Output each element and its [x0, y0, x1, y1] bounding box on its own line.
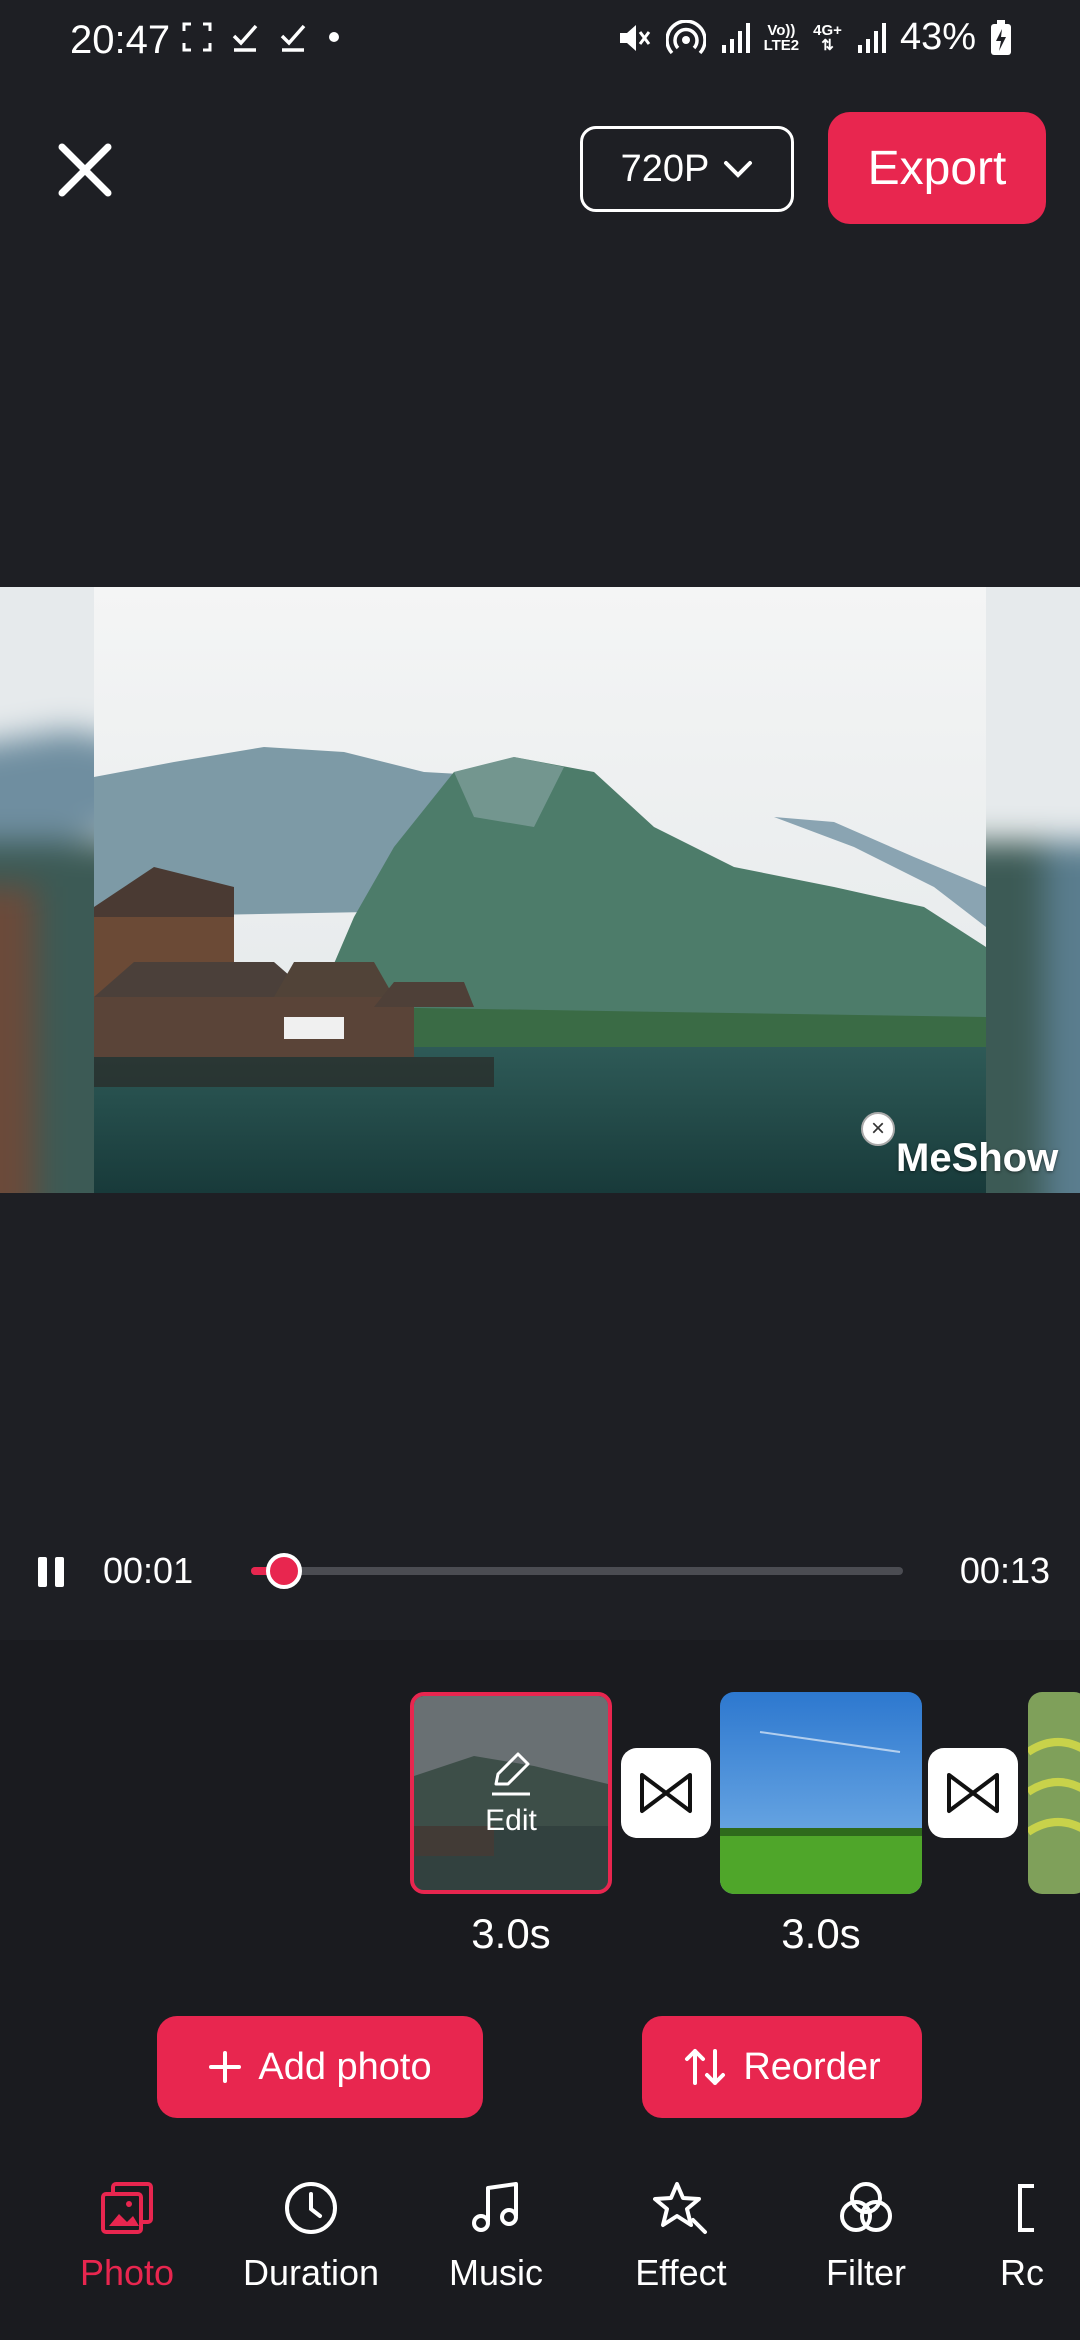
music-note-icon	[472, 2182, 518, 2232]
filter-icon	[840, 2182, 892, 2232]
clock-icon	[285, 2182, 337, 2234]
plus-icon	[209, 2051, 242, 2083]
pencil-icon	[492, 1752, 530, 1796]
data-arrows-icon: ⇅	[821, 36, 834, 54]
nav-item-ratio[interactable]: Rc	[960, 2180, 1080, 2294]
add-photo-label: Add photo	[258, 2045, 432, 2088]
clip-thumbnail-2[interactable]	[720, 1692, 922, 1894]
bowtie-transition-icon	[640, 1773, 692, 1813]
resolution-dropdown[interactable]: 720P	[580, 126, 794, 212]
nav-item-effect[interactable]: Effect	[591, 2180, 771, 2294]
hotspot-icon	[665, 19, 706, 54]
resolution-label: 720P	[620, 147, 710, 190]
nav-label-photo: Photo	[79, 2252, 175, 2293]
lte-label: LTE2	[763, 36, 800, 54]
network-type-label: 4G+	[813, 21, 842, 39]
total-time: 00:13	[959, 1550, 1050, 1591]
nav-label-duration: Duration	[242, 2252, 380, 2293]
close-icon	[58, 143, 112, 197]
battery-percent: 43%	[899, 16, 976, 58]
close-button[interactable]	[50, 135, 120, 205]
remove-watermark-button[interactable]: ×	[861, 1112, 895, 1146]
volte-indicator: Vo)) LTE2	[764, 23, 800, 53]
signal-icon	[721, 22, 750, 53]
export-button[interactable]: Export	[828, 112, 1046, 224]
clip-thumbnail-1[interactable]: Edit	[410, 1692, 612, 1894]
seek-bar-thumb[interactable]	[266, 1553, 302, 1589]
clip-edit-overlay[interactable]: Edit	[414, 1696, 608, 1890]
network-type-indicator: 4G+ ⇅	[813, 23, 842, 53]
nav-item-filter[interactable]: Filter	[776, 2180, 956, 2294]
seek-bar[interactable]	[251, 1553, 903, 1589]
download-done-icon	[232, 24, 258, 52]
mute-icon	[619, 24, 650, 51]
transition-button-2[interactable]	[928, 1748, 1018, 1838]
status-left-icons	[182, 22, 342, 52]
photo-icon	[101, 2182, 153, 2234]
volte-label: Vo))	[767, 21, 796, 39]
add-photo-button[interactable]: Add photo	[157, 2016, 483, 2118]
nav-label-music: Music	[448, 2252, 543, 2293]
nav-label-ratio: Rc	[1000, 2252, 1044, 2293]
reorder-label: Reorder	[743, 2045, 881, 2088]
clip-duration-1: 3.0s	[471, 1910, 551, 1957]
status-bar: 20:47 Vo)) LTE2 4G+ ⇅ 43%	[0, 0, 1080, 84]
status-right-icons: Vo)) LTE2 4G+ ⇅ 43%	[616, 16, 1012, 59]
download-done-icon-2	[280, 24, 306, 52]
video-preview[interactable]	[0, 587, 1080, 1193]
status-time: 20:47	[70, 18, 171, 62]
transition-button-1[interactable]	[621, 1748, 711, 1838]
nav-label-effect: Effect	[635, 2252, 727, 2293]
pause-button[interactable]	[34, 1554, 70, 1590]
nav-label-filter: Filter	[826, 2252, 906, 2293]
ratio-icon	[1018, 2184, 1034, 2232]
pause-icon	[38, 1557, 64, 1587]
bowtie-transition-icon	[947, 1773, 999, 1813]
bottom-nav: Photo Duration Music Effect Filter Rc	[0, 2180, 1080, 2340]
nav-item-photo[interactable]: Photo	[37, 2180, 217, 2294]
preview-photo-lake	[94, 587, 986, 1193]
screenshot-frame-icon	[182, 22, 212, 52]
signal-icon-2	[857, 22, 886, 53]
clip-edit-label: Edit	[485, 1804, 537, 1837]
current-time: 00:01	[103, 1550, 194, 1591]
clip-photo-field	[720, 1692, 922, 1894]
nav-item-music[interactable]: Music	[406, 2180, 586, 2294]
watermark-text: MeShow	[896, 1136, 1059, 1180]
chevron-down-icon	[724, 161, 753, 178]
battery-charging-icon	[991, 19, 1011, 55]
clip-thumbnail-3[interactable]	[1028, 1692, 1080, 1894]
clip-duration-2: 3.0s	[781, 1910, 861, 1957]
swap-vertical-icon	[685, 2049, 726, 2085]
reorder-button[interactable]: Reorder	[642, 2016, 922, 2118]
clip-photo-terraces	[1028, 1692, 1080, 1894]
star-effect-icon	[653, 2182, 707, 2234]
nav-item-duration[interactable]: Duration	[221, 2180, 401, 2294]
dot-icon	[329, 32, 339, 42]
